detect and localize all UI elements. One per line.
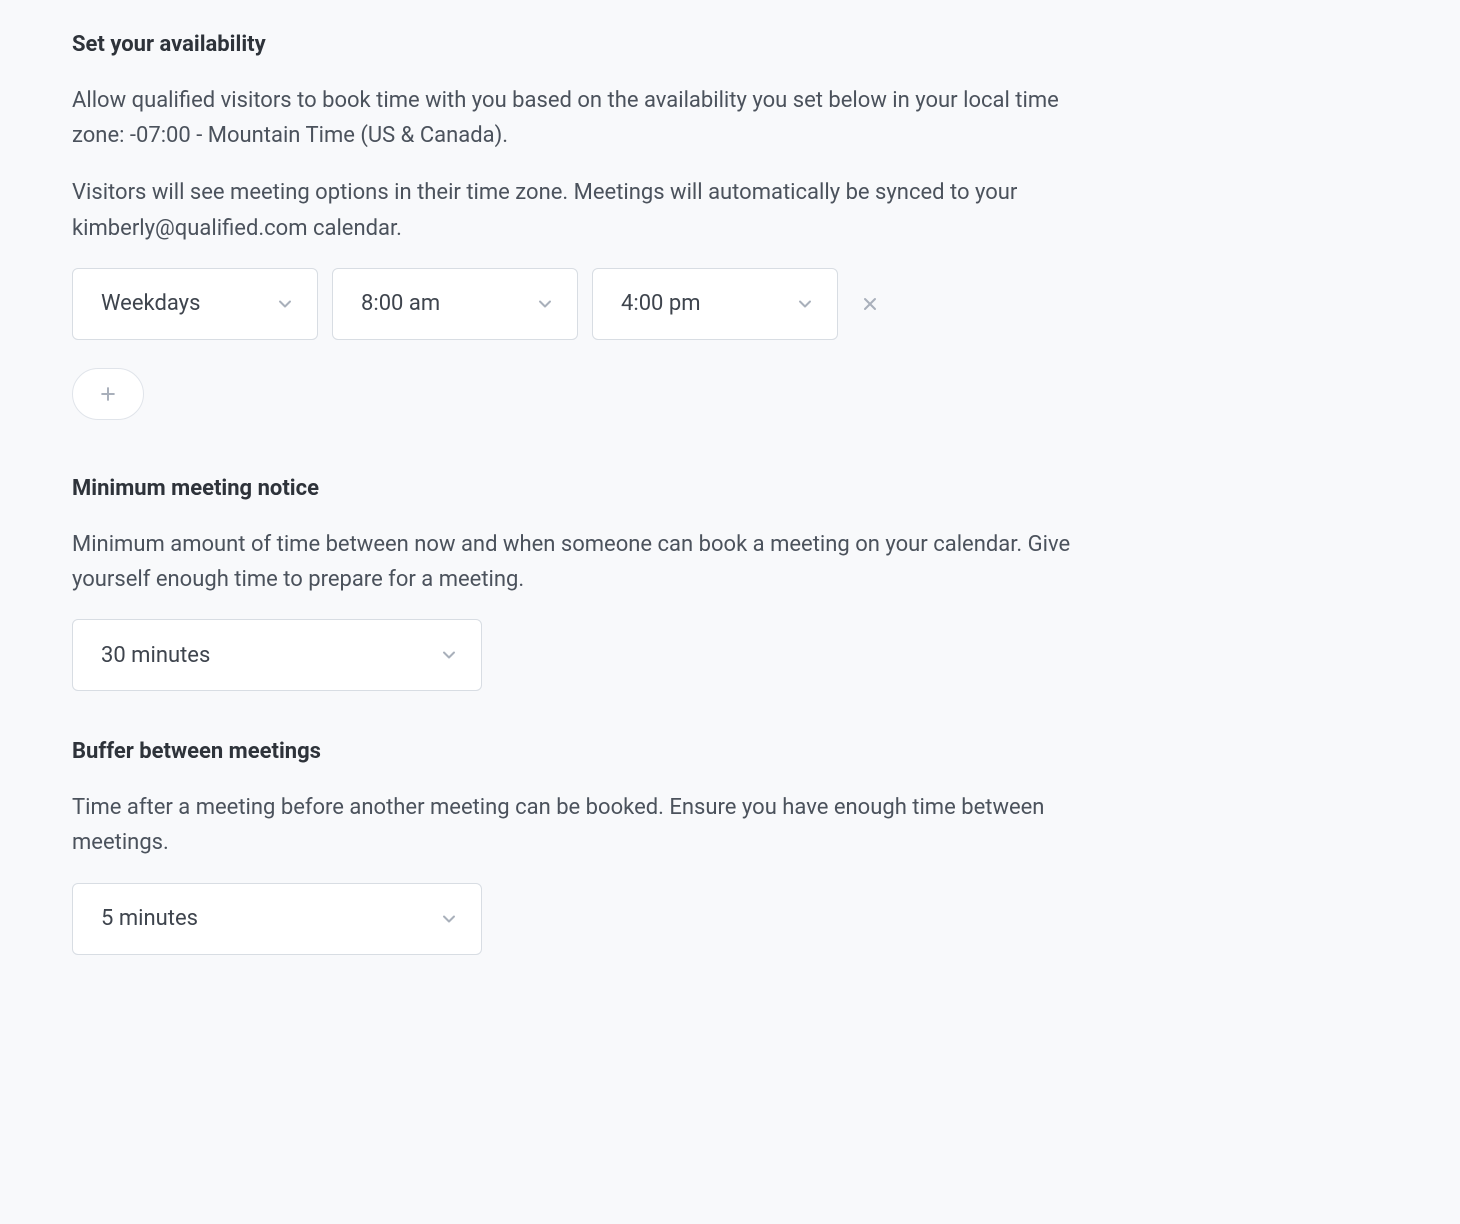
- section-title-minimum-notice: Minimum meeting notice: [72, 476, 1108, 501]
- minimum-notice-select[interactable]: 30 minutes: [72, 619, 482, 691]
- section-title-buffer: Buffer between meetings: [72, 739, 1108, 764]
- remove-row-button[interactable]: [852, 286, 888, 322]
- plus-icon: [98, 384, 118, 404]
- start-time-select[interactable]: 8:00 am: [332, 268, 578, 340]
- chevron-down-icon: [439, 909, 459, 929]
- chevron-down-icon: [535, 294, 555, 314]
- section-buffer: Buffer between meetings Time after a mee…: [72, 739, 1108, 954]
- end-time-select[interactable]: 4:00 pm: [592, 268, 838, 340]
- section-availability: Set your availability Allow qualified vi…: [72, 32, 1108, 420]
- chevron-down-icon: [439, 645, 459, 665]
- section-minimum-notice: Minimum meeting notice Minimum amount of…: [72, 476, 1108, 691]
- buffer-select[interactable]: 5 minutes: [72, 883, 482, 955]
- availability-settings-page: Set your availability Allow qualified vi…: [0, 0, 1180, 1051]
- availability-description-2: Visitors will see meeting options in the…: [72, 175, 1108, 245]
- end-time-select-label: 4:00 pm: [621, 291, 701, 316]
- add-row-button[interactable]: [72, 368, 144, 420]
- days-select[interactable]: Weekdays: [72, 268, 318, 340]
- chevron-down-icon: [275, 294, 295, 314]
- chevron-down-icon: [795, 294, 815, 314]
- minimum-notice-select-label: 30 minutes: [101, 643, 210, 668]
- close-icon: [860, 294, 880, 314]
- start-time-select-label: 8:00 am: [361, 291, 440, 316]
- minimum-notice-description: Minimum amount of time between now and w…: [72, 527, 1108, 597]
- section-title-availability: Set your availability: [72, 32, 1108, 57]
- availability-row: Weekdays 8:00 am 4:00 pm: [72, 268, 1108, 340]
- availability-description-1: Allow qualified visitors to book time wi…: [72, 83, 1108, 153]
- buffer-select-label: 5 minutes: [101, 906, 198, 931]
- days-select-label: Weekdays: [101, 291, 200, 316]
- buffer-description: Time after a meeting before another meet…: [72, 790, 1108, 860]
